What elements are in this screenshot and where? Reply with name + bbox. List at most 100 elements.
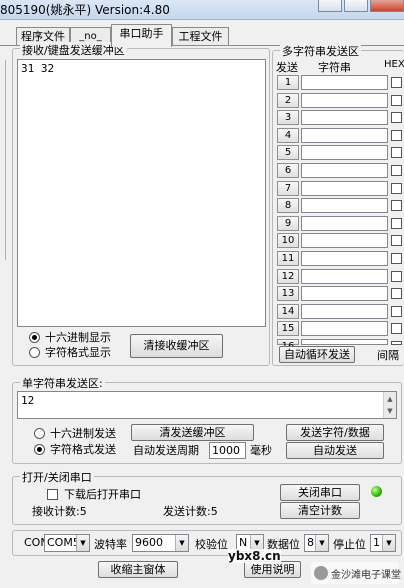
multi-send-row-3-hex-checkbox[interactable] xyxy=(391,112,402,124)
multi-send-row-12-send-button[interactable]: 12 xyxy=(277,268,299,284)
multi-send-row-14-input[interactable] xyxy=(301,303,388,319)
multi-send-row-2-send-button[interactable]: 2 xyxy=(277,92,299,108)
multi-send-row-7-input[interactable] xyxy=(301,180,388,196)
multi-send-row-8-input[interactable] xyxy=(301,198,388,214)
send-data-button[interactable]: 发送字符/数据 xyxy=(286,424,384,441)
chevron-down-icon[interactable]: ▼ xyxy=(382,535,395,551)
send-text-label: 字符格式发送 xyxy=(50,443,116,456)
scroll-down-icon[interactable]: ▼ xyxy=(384,404,396,418)
rx-count-label: 接收计数:5 xyxy=(32,505,87,518)
chevron-down-icon[interactable]: ▼ xyxy=(76,535,89,551)
auto-send-button[interactable]: 自动发送 xyxy=(286,442,384,459)
tab-project-file[interactable]: 工程文件 xyxy=(172,27,229,46)
open-after-download-checkbox[interactable] xyxy=(47,489,58,500)
shrink-window-button[interactable]: 收缩主窗体 xyxy=(98,561,178,578)
multi-send-row-4-send-button[interactable]: 4 xyxy=(277,127,299,143)
multi-send-row-8-send-button[interactable]: 8 xyxy=(277,198,299,214)
chevron-down-icon[interactable]: ▼ xyxy=(175,535,188,551)
multi-send-row-10-hex-checkbox[interactable] xyxy=(391,235,402,247)
single-send-legend: 单字符串发送区: xyxy=(20,375,105,391)
multi-send-row-13-send-button[interactable]: 13 xyxy=(277,286,299,302)
chevron-down-icon[interactable]: ▼ xyxy=(315,535,328,551)
watermark-badge: 金沙滩电子课堂 xyxy=(311,562,401,584)
com-select[interactable]: COM5 ▼ xyxy=(44,534,90,552)
receive-text-radio[interactable] xyxy=(29,347,40,358)
databits-select[interactable]: 8 ▼ xyxy=(304,534,329,552)
multi-send-row-4-hex-checkbox[interactable] xyxy=(391,129,402,141)
multi-send-row-16-send-button[interactable]: 16 xyxy=(277,339,299,352)
multi-send-row-1-hex-checkbox[interactable] xyxy=(391,77,402,88)
close-port-button[interactable]: 关闭串口 xyxy=(280,484,360,501)
multi-send-row-15-hex-checkbox[interactable] xyxy=(391,323,402,335)
multi-send-row-6-send-button[interactable]: 6 xyxy=(277,163,299,178)
send-hex-radio[interactable] xyxy=(34,428,45,439)
com-value: COM5 xyxy=(47,536,80,549)
multi-send-row-16-input[interactable] xyxy=(301,339,388,345)
col-hex-header: HEX xyxy=(384,59,404,70)
interval-label: 间隔 xyxy=(377,349,399,362)
multi-send-row-9-send-button[interactable]: 9 xyxy=(277,215,299,231)
multi-send-row-10-input[interactable] xyxy=(301,233,388,249)
multi-send-row-13-hex-checkbox[interactable] xyxy=(391,288,402,300)
multi-send-row-16-hex-checkbox[interactable] xyxy=(391,341,402,345)
period-label: 自动发送周期 xyxy=(133,444,199,457)
watermark-site: ybx8.cn xyxy=(228,549,281,563)
left-edge xyxy=(0,60,6,260)
period-unit: 毫秒 xyxy=(250,444,272,457)
stopbits-value: 1 xyxy=(373,536,380,549)
tx-count-label: 发送计数:5 xyxy=(163,505,218,518)
receive-buffer[interactable]: 31 32 xyxy=(17,59,266,327)
receive-text-label: 字符格式显示 xyxy=(45,346,111,359)
multi-send-row-7-send-button[interactable]: 7 xyxy=(277,180,299,196)
multi-send-legend: 多字符串发送区 xyxy=(280,43,361,59)
period-input[interactable]: 1000 xyxy=(209,442,246,459)
multi-send-row-6-hex-checkbox[interactable] xyxy=(391,165,402,176)
baud-select[interactable]: 9600 ▼ xyxy=(132,534,189,552)
multi-send-row-11-send-button[interactable]: 11 xyxy=(277,251,299,266)
multi-send-row-9-input[interactable] xyxy=(301,215,388,231)
single-send-scrollbar[interactable]: ▲ ▼ xyxy=(383,392,396,418)
parity-label: 校验位 xyxy=(195,538,228,551)
maximize-button[interactable] xyxy=(344,0,368,12)
multi-send-row-8-hex-checkbox[interactable] xyxy=(391,200,402,212)
multi-send-row-15-input[interactable] xyxy=(301,321,388,337)
baud-label: 波特率 xyxy=(94,538,127,551)
multi-send-row-11-input[interactable] xyxy=(301,251,388,266)
multi-send-row-12-input[interactable] xyxy=(301,268,388,284)
multi-send-row-4-input[interactable] xyxy=(301,127,388,143)
single-send-buffer[interactable]: 12 xyxy=(17,391,397,419)
multi-send-row-3-input[interactable] xyxy=(301,110,388,126)
multi-send-row-6-input[interactable] xyxy=(301,163,388,178)
multi-send-row-13-input[interactable] xyxy=(301,286,388,302)
multi-send-row-14-send-button[interactable]: 14 xyxy=(277,303,299,319)
multi-send-row-5-input[interactable] xyxy=(301,145,388,161)
multi-send-row-14-hex-checkbox[interactable] xyxy=(391,305,402,317)
receive-hex-radio[interactable] xyxy=(29,332,40,343)
multi-send-row-3-send-button[interactable]: 3 xyxy=(277,110,299,126)
col-send-header: 发送 xyxy=(276,61,298,74)
clear-count-button[interactable]: 清空计数 xyxy=(280,502,360,519)
multi-send-row-9-hex-checkbox[interactable] xyxy=(391,217,402,229)
multi-send-row-1-send-button[interactable]: 1 xyxy=(277,75,299,90)
multi-send-row-5-send-button[interactable]: 5 xyxy=(277,145,299,161)
multi-send-row-10-send-button[interactable]: 10 xyxy=(277,233,299,249)
multi-send-row-12-hex-checkbox[interactable] xyxy=(391,270,402,282)
multi-send-row-2-hex-checkbox[interactable] xyxy=(391,94,402,106)
close-window-button[interactable] xyxy=(370,0,404,12)
clear-receive-button[interactable]: 清接收缓冲区 xyxy=(130,334,223,358)
tab-serial-assistant[interactable]: 串口助手 xyxy=(111,24,172,47)
auto-loop-send-button[interactable]: 自动循环发送 xyxy=(279,346,355,363)
multi-send-row-5-hex-checkbox[interactable] xyxy=(391,147,402,159)
clear-send-button[interactable]: 清发送缓冲区 xyxy=(131,424,254,441)
baud-value: 9600 xyxy=(135,536,163,549)
multi-send-row-11-hex-checkbox[interactable] xyxy=(391,253,402,264)
port-status-led-icon xyxy=(371,486,382,497)
multi-send-row-15-send-button[interactable]: 15 xyxy=(277,321,299,337)
help-button[interactable]: 使用说明 xyxy=(244,561,301,578)
minimize-button[interactable] xyxy=(318,0,342,12)
multi-send-row-2-input[interactable] xyxy=(301,92,388,108)
stopbits-select[interactable]: 1 ▼ xyxy=(370,534,396,552)
multi-send-row-1-input[interactable] xyxy=(301,75,388,90)
multi-send-row-7-hex-checkbox[interactable] xyxy=(391,182,402,194)
send-text-radio[interactable] xyxy=(34,444,45,455)
